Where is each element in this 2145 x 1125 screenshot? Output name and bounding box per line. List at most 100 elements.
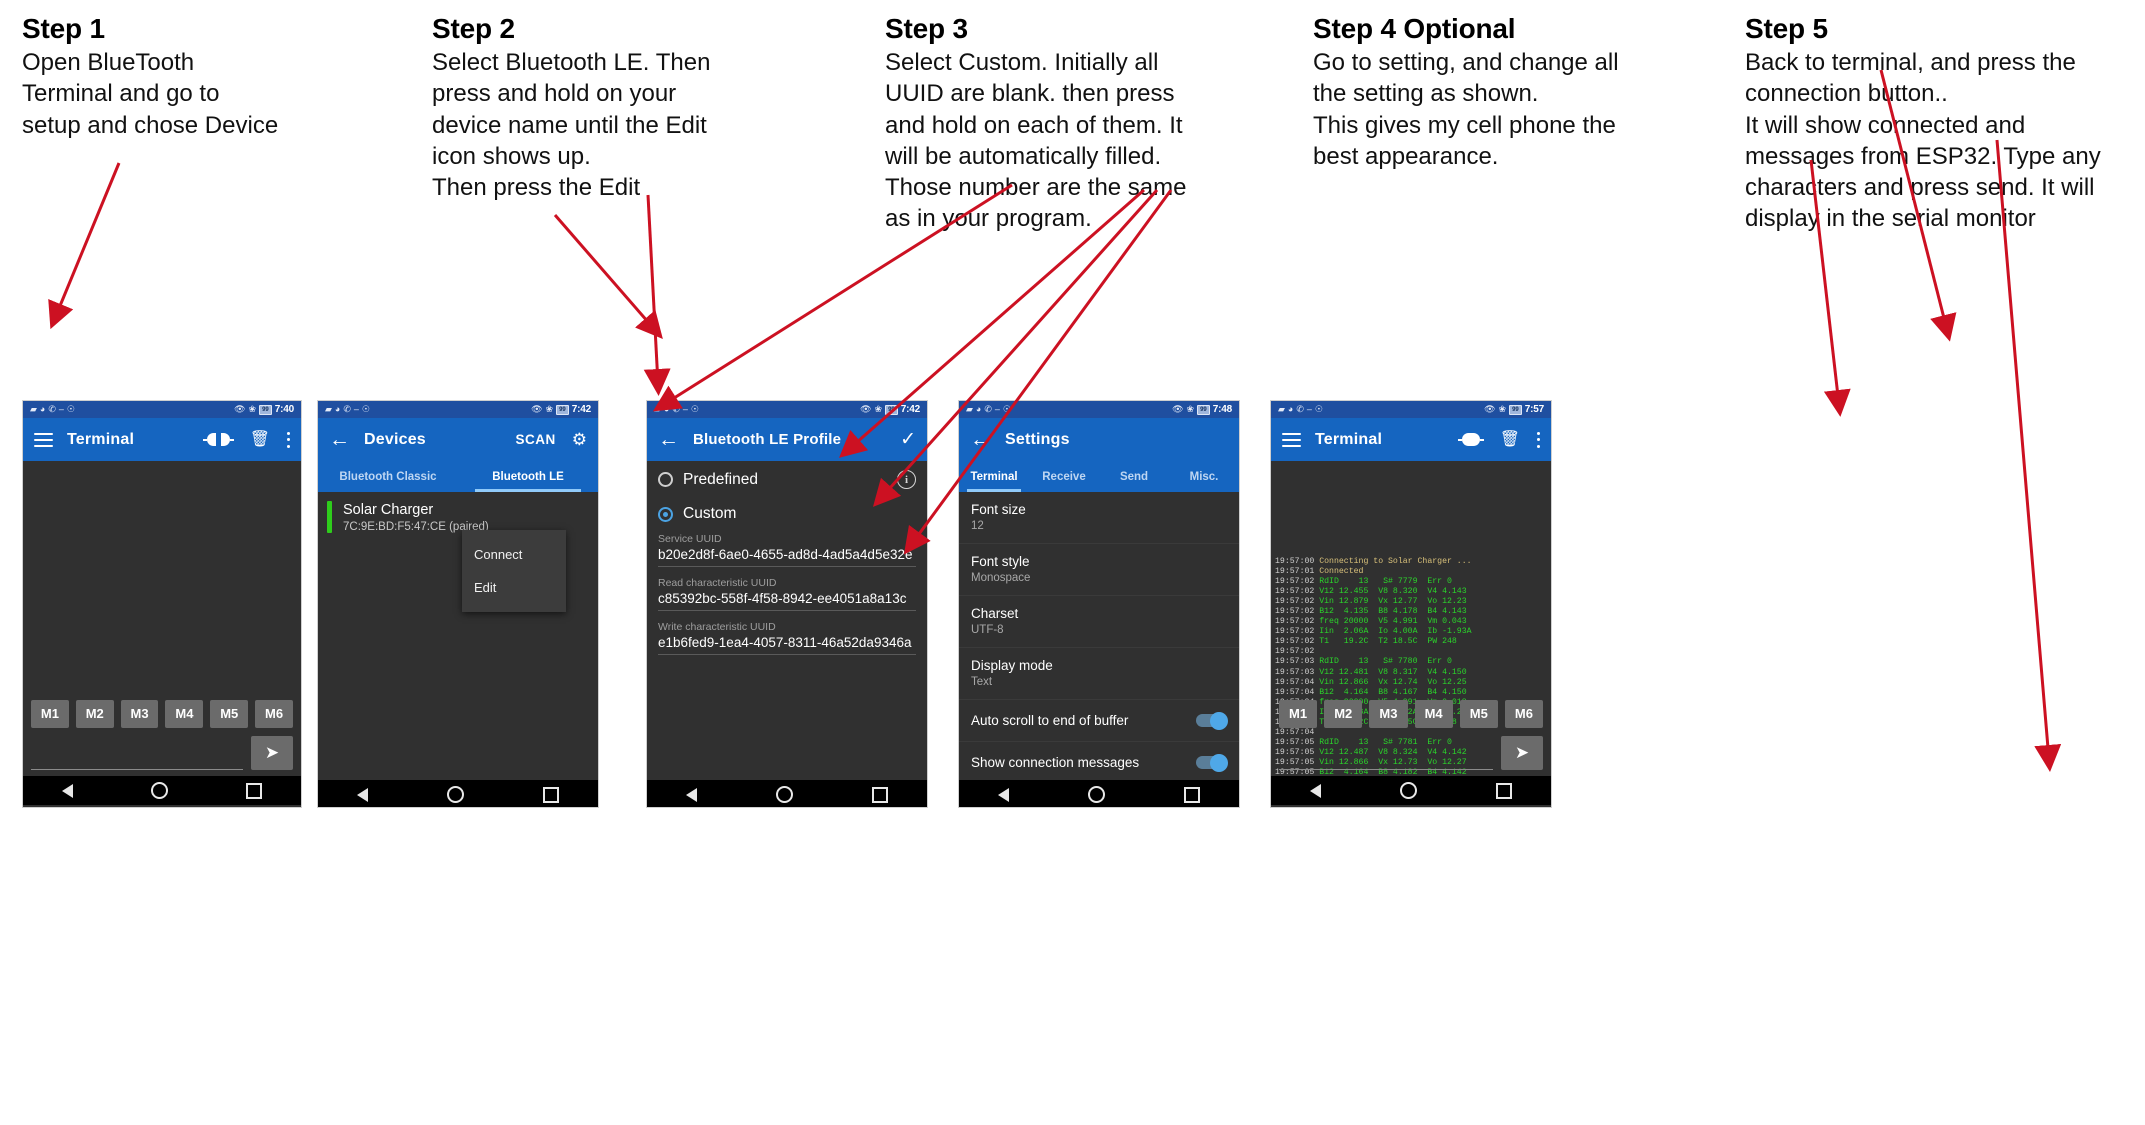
back-icon[interactable]: [357, 787, 369, 802]
setting-show-connection-messages[interactable]: Show connection messages: [959, 742, 1239, 780]
status-bar: ▰ ◕ ✆ – ☉ 👁 ❀ 99 7:42: [647, 401, 927, 418]
device-type-tabs: Bluetooth Classic Bluetooth LE: [318, 461, 598, 492]
log-line: 19:57:03 RdID 13 S# 7780 Err 0: [1275, 657, 1549, 667]
tab-bluetooth-classic[interactable]: Bluetooth Classic: [318, 461, 458, 492]
device-status-bar: [327, 501, 332, 534]
macro-button-m5[interactable]: M5: [1459, 700, 1498, 728]
macro-button-m4[interactable]: M4: [1414, 700, 1453, 728]
menu-item-connect[interactable]: Connect: [462, 538, 566, 571]
overflow-menu-icon[interactable]: [1536, 431, 1540, 448]
clock: 7:40: [274, 404, 294, 415]
back-icon[interactable]: [1310, 783, 1322, 798]
home-icon[interactable]: [1087, 786, 1105, 803]
tab-misc[interactable]: Misc.: [1169, 461, 1239, 492]
setting-display-mode[interactable]: Display mode Text: [959, 648, 1239, 700]
recents-icon[interactable]: [246, 782, 262, 799]
home-icon[interactable]: [775, 786, 793, 803]
gear-icon[interactable]: ⚙: [572, 431, 587, 448]
connect-icon[interactable]: [1457, 433, 1484, 446]
whatsapp-icon: ✆: [343, 404, 351, 414]
overflow-menu-icon[interactable]: [286, 431, 290, 448]
signal-icon: ▰: [1278, 404, 1285, 414]
toggle-auto-scroll[interactable]: [1196, 711, 1228, 730]
menu-item-edit[interactable]: Edit: [462, 571, 566, 604]
connect-icon[interactable]: [202, 433, 234, 446]
battery-level: 99: [556, 404, 569, 415]
radio-custom[interactable]: [658, 506, 673, 522]
step-column-3: Step 3 Select Custom. Initially all UUID…: [885, 0, 1355, 234]
back-icon[interactable]: [62, 783, 73, 798]
toggle-show-connection-messages[interactable]: [1196, 753, 1228, 772]
back-icon[interactable]: [686, 787, 698, 802]
menu-icon[interactable]: [34, 432, 53, 447]
status-bar: ▰ ◕ ✆ – ☉ 👁 ❀ 99 7:48: [959, 401, 1239, 418]
recents-icon[interactable]: [542, 786, 559, 803]
field-value[interactable]: c85392bc-558f-4f58-8942-ee4051a8a13c: [658, 591, 916, 611]
field-value[interactable]: e1b6fed9-1ea4-4057-8311-46a52da9346a: [658, 635, 916, 655]
field-value[interactable]: b20e2d8f-6ae0-4655-ad8d-4ad5a4d5e32e: [658, 547, 916, 567]
step-4-caption: Step 4 Optional Go to setting, and chang…: [1313, 13, 1713, 172]
home-icon[interactable]: [151, 782, 168, 799]
option-predefined[interactable]: Predefined i: [647, 461, 927, 491]
recents-icon[interactable]: [1495, 782, 1512, 799]
send-input[interactable]: [31, 741, 243, 770]
send-row: ➤: [1271, 734, 1551, 770]
back-arrow-icon[interactable]: ←: [658, 429, 679, 450]
back-arrow-icon[interactable]: ←: [970, 429, 991, 450]
macro-button-m1[interactable]: M1: [31, 700, 69, 728]
info-icon[interactable]: i: [897, 470, 916, 489]
setting-charset[interactable]: Charset UTF-8: [959, 596, 1239, 648]
step-5-body: Back to terminal, and press the connecti…: [1745, 49, 2101, 233]
status-bar: ▰ ◕ ✆ – ☉ 👁 ❀ 99 7:40: [23, 401, 301, 418]
android-nav-bar: [959, 780, 1239, 807]
setting-font-style[interactable]: Font style Monospace: [959, 544, 1239, 596]
radio-predefined[interactable]: [658, 472, 673, 487]
signal-icon: ▰: [966, 404, 973, 414]
macro-button-m6[interactable]: M6: [255, 700, 293, 728]
tab-receive[interactable]: Receive: [1029, 461, 1099, 492]
field-read-characteristic-uuid[interactable]: Read characteristic UUID c85392bc-558f-4…: [647, 567, 927, 611]
menu-icon[interactable]: [1282, 432, 1301, 447]
step-5-title: Step 5: [1745, 13, 1828, 44]
clock: 7:42: [571, 404, 591, 415]
setting-auto-scroll[interactable]: Auto scroll to end of buffer: [959, 700, 1239, 742]
home-icon[interactable]: [446, 786, 464, 803]
field-write-characteristic-uuid[interactable]: Write characteristic UUID e1b6fed9-1ea4-…: [647, 611, 927, 655]
setting-font-size[interactable]: Font size 12: [959, 492, 1239, 544]
log-line: 19:57:01 Connected: [1275, 567, 1549, 577]
clear-icon[interactable]: 🗑: [1500, 431, 1520, 448]
macro-button-m5[interactable]: M5: [210, 700, 249, 728]
macro-button-m3[interactable]: M3: [120, 700, 159, 728]
recents-icon[interactable]: [871, 786, 888, 803]
field-label: Write characteristic UUID: [658, 621, 776, 633]
send-icon[interactable]: ➤: [251, 736, 293, 770]
confirm-icon[interactable]: ✓: [900, 430, 916, 449]
recents-icon[interactable]: [1183, 786, 1200, 803]
macro-button-m2[interactable]: M2: [75, 700, 114, 728]
macro-button-m1[interactable]: M1: [1279, 700, 1318, 728]
tab-send[interactable]: Send: [1099, 461, 1169, 492]
ble-profile-form: Predefined i Custom Service UUID b20e2d8…: [647, 461, 927, 780]
log-timestamp: 19:57:03: [1275, 667, 1320, 677]
macro-button-m6[interactable]: M6: [1504, 700, 1544, 728]
tab-terminal[interactable]: Terminal: [959, 461, 1029, 492]
wifi-icon: ◕: [1287, 404, 1294, 414]
send-input[interactable]: [1279, 741, 1493, 770]
phone-screenshot-2: ▰ ◕ ✆ – ☉ 👁 ❀ 99 7:42 ← Devices SCAN ⚙ B…: [317, 400, 599, 808]
tab-bluetooth-le[interactable]: Bluetooth LE: [458, 461, 598, 492]
option-custom[interactable]: Custom: [647, 491, 927, 525]
step-2-body: Select Bluetooth LE. Then press and hold…: [432, 49, 711, 201]
clear-icon[interactable]: 🗑: [250, 431, 270, 448]
log-message: V12 12.455 V8 8.320 V4 4.143: [1319, 587, 1467, 597]
send-icon[interactable]: ➤: [1501, 736, 1543, 770]
macro-button-row: M1 M2 M3 M4 M5 M6: [1271, 700, 1551, 728]
macro-button-m2[interactable]: M2: [1324, 700, 1363, 728]
back-icon[interactable]: [998, 787, 1010, 802]
field-service-uuid[interactable]: Service UUID b20e2d8f-6ae0-4655-ad8d-4ad…: [647, 525, 927, 567]
home-icon[interactable]: [1399, 782, 1417, 799]
back-arrow-icon[interactable]: ←: [329, 429, 350, 450]
macro-button-m3[interactable]: M3: [1369, 700, 1408, 728]
scan-button[interactable]: SCAN: [515, 432, 555, 447]
macro-button-m4[interactable]: M4: [165, 700, 204, 728]
step-column-4: Step 4 Optional Go to setting, and chang…: [1313, 0, 1713, 172]
